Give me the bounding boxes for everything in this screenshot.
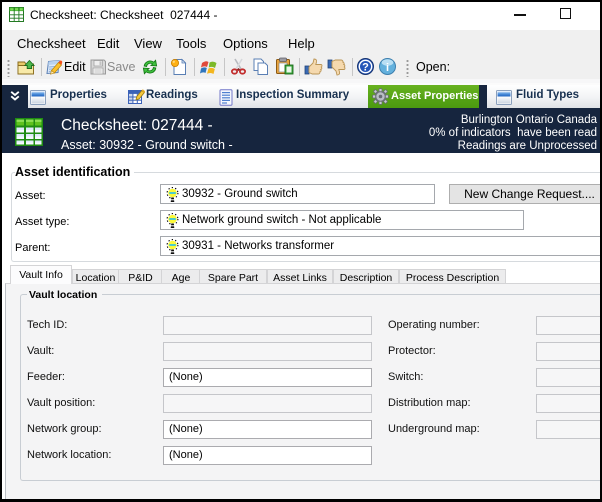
svg-text:?: ? — [362, 62, 369, 74]
svg-text:i: i — [386, 62, 389, 74]
